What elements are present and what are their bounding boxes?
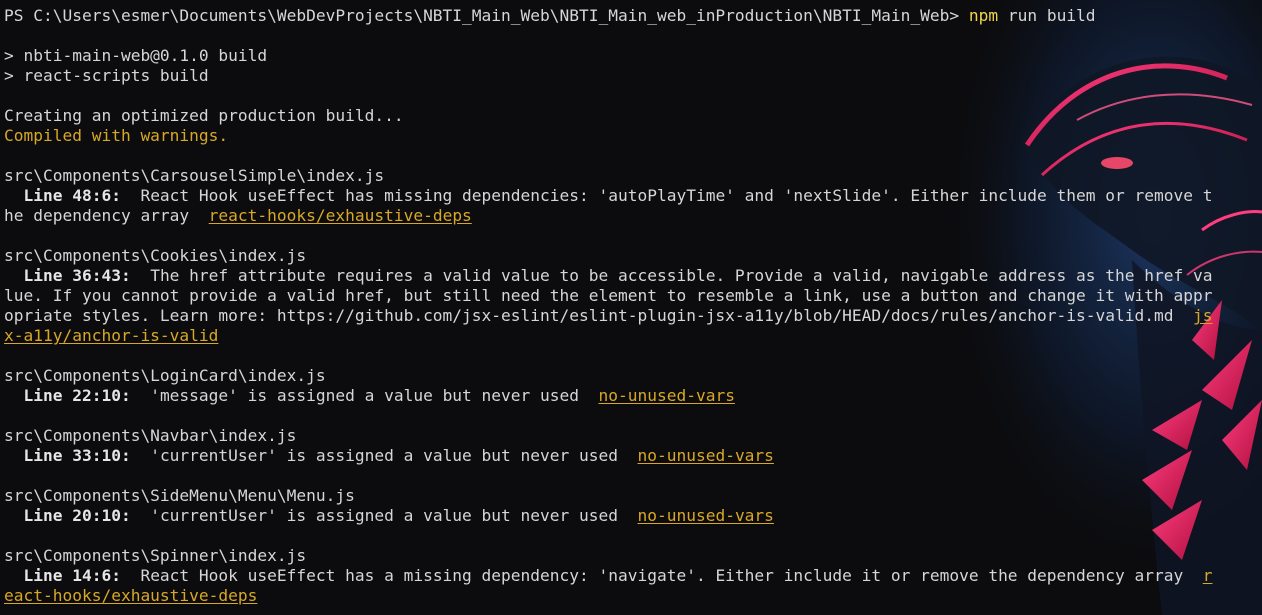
warning-message: 'message' is assigned a value but never … <box>130 386 599 405</box>
status-compiled: Compiled with warnings. <box>4 126 229 145</box>
terminal-window[interactable]: PS C:\Users\esmer\Documents\WebDevProjec… <box>0 0 1262 615</box>
prompt-path: PS C:\Users\esmer\Documents\WebDevProjec… <box>4 6 960 25</box>
script-line: > nbti-main-web@0.1.0 build <box>4 46 268 65</box>
status-creating: Creating an optimized production build..… <box>4 106 404 125</box>
warning-rule-link[interactable]: eact-hooks/exhaustive-deps <box>4 586 257 605</box>
warning-message: React Hook useEffect has missing depende… <box>120 186 1213 205</box>
warning-file-path: src\Components\CarsouselSimple\index.js <box>4 166 385 185</box>
warning-message: 'currentUser' is assigned a value but ne… <box>130 446 638 465</box>
prompt-line: PS C:\Users\esmer\Documents\WebDevProjec… <box>4 6 1262 26</box>
warning-rule-link[interactable]: no-unused-vars <box>637 506 773 525</box>
warning-rule-link[interactable]: js <box>1193 306 1213 325</box>
warning-rule-link[interactable]: no-unused-vars <box>637 446 773 465</box>
warning-rule-link[interactable]: r <box>1203 566 1213 585</box>
warning-message: he dependency array <box>4 206 209 225</box>
warning-file-path: src\Components\Spinner\index.js <box>4 546 307 565</box>
warning-file-path: src\Components\LoginCard\index.js <box>4 366 326 385</box>
warning-location: Line 14:6: <box>4 566 121 585</box>
warning-location: Line 48:6: <box>4 186 121 205</box>
warning-message: opriate styles. Learn more: https://gith… <box>4 306 1193 325</box>
warning-message: 'currentUser' is assigned a value but ne… <box>130 506 638 525</box>
warning-message-line: Line 14:6: React Hook useEffect has a mi… <box>4 566 1262 586</box>
terminal-output: PS C:\Users\esmer\Documents\WebDevProjec… <box>0 0 1262 606</box>
command-args: run build <box>998 6 1096 25</box>
warning-rule-link[interactable]: react-hooks/exhaustive-deps <box>209 206 472 225</box>
warning-file-path: src\Components\Navbar\index.js <box>4 426 297 445</box>
warning-message-line: Line 48:6: React Hook useEffect has miss… <box>4 186 1262 206</box>
script-line: > react-scripts build <box>4 66 209 85</box>
warning-message: React Hook useEffect has a missing depen… <box>120 566 1203 585</box>
warning-location: Line 20:10: <box>4 506 131 525</box>
warning-rule-link[interactable]: no-unused-vars <box>599 386 735 405</box>
warning-location: Line 33:10: <box>4 446 131 465</box>
warning-file-path: src\Components\SideMenu\Menu\Menu.js <box>4 486 355 505</box>
warning-message-line: Line 22:10: 'message' is assigned a valu… <box>4 386 1262 406</box>
warning-rule-link[interactable]: x-a11y/anchor-is-valid <box>4 326 218 345</box>
warning-message-line: lue. If you cannot provide a valid href,… <box>4 286 1262 306</box>
warning-message: lue. If you cannot provide a valid href,… <box>4 286 1213 305</box>
warning-message-line: eact-hooks/exhaustive-deps <box>4 586 1262 606</box>
warning-message-line: Line 36:43: The href attribute requires … <box>4 266 1262 286</box>
command-npm: npm <box>968 6 999 25</box>
warning-message-line: Line 20:10: 'currentUser' is assigned a … <box>4 506 1262 526</box>
warning-message-line: Line 33:10: 'currentUser' is assigned a … <box>4 446 1262 466</box>
warning-location: Line 22:10: <box>4 386 131 405</box>
warning-message-line: opriate styles. Learn more: https://gith… <box>4 306 1262 326</box>
warning-message-line: he dependency array react-hooks/exhausti… <box>4 206 1262 226</box>
warning-location: Line 36:43: <box>4 266 131 285</box>
warning-message: The href attribute requires a valid valu… <box>130 266 1213 285</box>
warning-message-line: x-a11y/anchor-is-valid <box>4 326 1262 346</box>
warning-file-path: src\Components\Cookies\index.js <box>4 246 307 265</box>
